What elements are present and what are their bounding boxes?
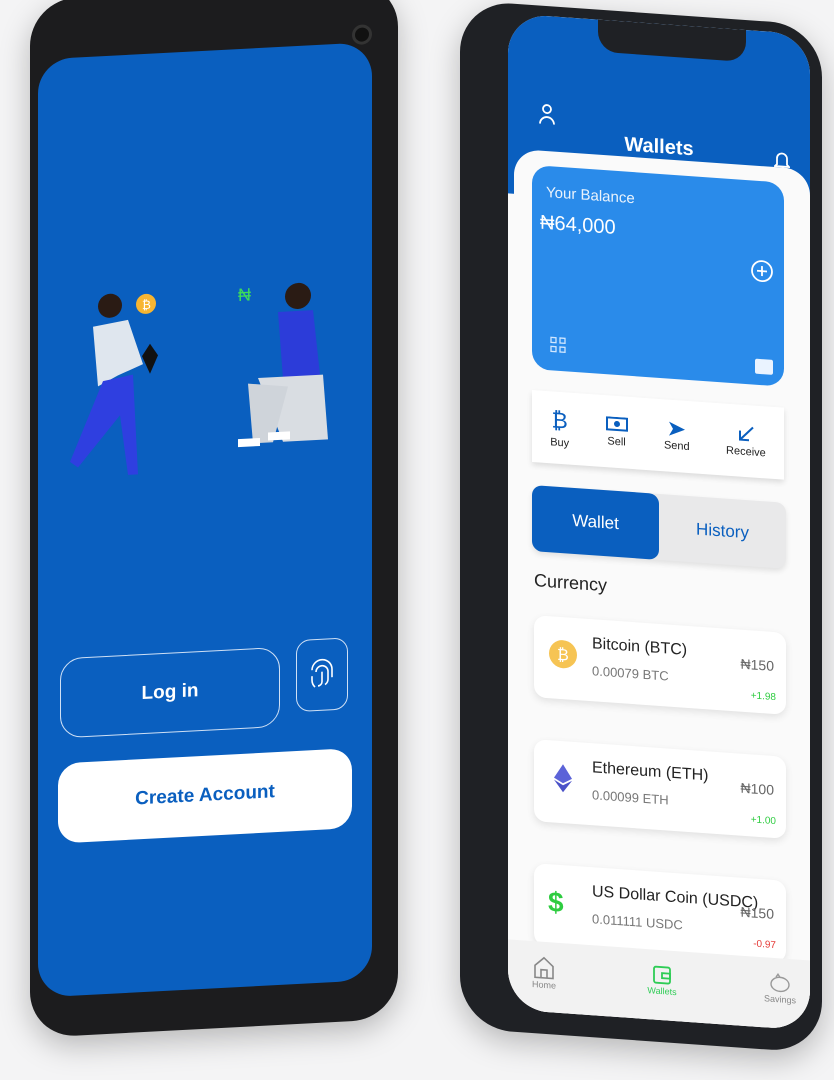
balance-card: Your Balance ₦64,000 (532, 165, 784, 387)
currency-name: Bitcoin (BTC) (592, 635, 688, 659)
ethereum-icon (554, 764, 572, 793)
nav-wallets[interactable]: Wallets (632, 948, 692, 1022)
currency-change: -0.97 (753, 938, 776, 952)
action-label: Sell (607, 434, 626, 449)
fingerprint-button[interactable] (296, 637, 348, 713)
dollar-icon: $ (548, 886, 564, 919)
currency-item-eth[interactable]: Ethereum (ETH) 0.00099 ETH ₦100 +1.00 (534, 739, 786, 839)
nav-label: Home (531, 979, 556, 991)
login-label: Log in (141, 680, 199, 705)
action-label: Receive (726, 444, 766, 459)
nav-home[interactable]: Home (514, 940, 574, 1014)
bitcoin-icon: ₿ (549, 640, 577, 669)
ethereum-icon (142, 343, 158, 374)
currency-item-btc[interactable]: ₿ Bitcoin (BTC) 0.00079 BTC ₦150 +1.98 (534, 615, 786, 715)
currency-name: US Dollar Coin (USDC) (592, 883, 759, 912)
add-circle-icon[interactable] (750, 258, 774, 284)
currency-name: Ethereum (ETH) (592, 759, 709, 785)
svg-text:₿: ₿ (142, 298, 151, 312)
tab-wallet[interactable]: Wallet (532, 485, 659, 560)
sell-button[interactable]: Sell (605, 415, 628, 449)
action-label: Send (663, 438, 690, 453)
qr-code-icon[interactable] (550, 336, 566, 354)
fingerprint-icon (311, 658, 333, 688)
currency-price: ₦150 (740, 903, 774, 922)
action-label: Buy (550, 435, 570, 450)
login-screen: ₿ ₦ Log in Create Account (38, 42, 372, 998)
create-account-label: Create Account (135, 781, 275, 810)
nav-savings[interactable]: Savings (750, 956, 810, 1030)
naira-icon: ₦ (238, 284, 251, 305)
profile-icon[interactable] (538, 101, 556, 126)
svg-text:₿: ₿ (557, 646, 569, 665)
login-button[interactable]: Log in (60, 646, 280, 739)
currency-change: +1.98 (750, 690, 776, 704)
currency-change: +1.00 (750, 814, 776, 828)
currency-amount: 0.011111 USDC (592, 911, 683, 933)
login-phone: ₿ ₦ Log in Create Account (30, 0, 398, 1038)
send-icon (668, 421, 685, 436)
create-account-button[interactable]: Create Account (58, 748, 352, 844)
tab-history[interactable]: History (659, 494, 786, 569)
home-icon (534, 956, 554, 980)
receive-arrow-icon (738, 426, 754, 441)
wallet-icon[interactable] (754, 357, 774, 376)
balance-label: Your Balance (546, 184, 635, 208)
send-button[interactable]: Send (664, 420, 690, 453)
crypto-exchange-illustration: ₿ ₦ (70, 282, 328, 475)
currency-price: ₦150 (740, 655, 774, 674)
currency-amount: 0.00079 BTC (592, 663, 669, 684)
buy-button[interactable]: ₿ Buy (550, 407, 569, 449)
balance-amount: ₦64,000 (540, 211, 616, 239)
piggy-bank-icon (770, 972, 790, 993)
wallet-icon (653, 965, 671, 985)
nav-label: Savings (763, 993, 797, 1006)
camera (352, 24, 372, 46)
receive-button[interactable]: Receive (726, 423, 766, 459)
bitcoin-icon: ₿ (551, 406, 568, 434)
cash-icon (605, 415, 628, 432)
wallet-screen: Wallets Your Balance ₦64,000 ₿ Buy Sell S… (508, 13, 810, 1031)
notch (598, 19, 746, 62)
currency-amount: 0.00099 ETH (592, 787, 669, 808)
currency-price: ₦100 (740, 779, 774, 798)
wallet-phone: Wallets Your Balance ₦64,000 ₿ Buy Sell S… (460, 0, 822, 1054)
nav-label: Wallets (647, 985, 677, 998)
